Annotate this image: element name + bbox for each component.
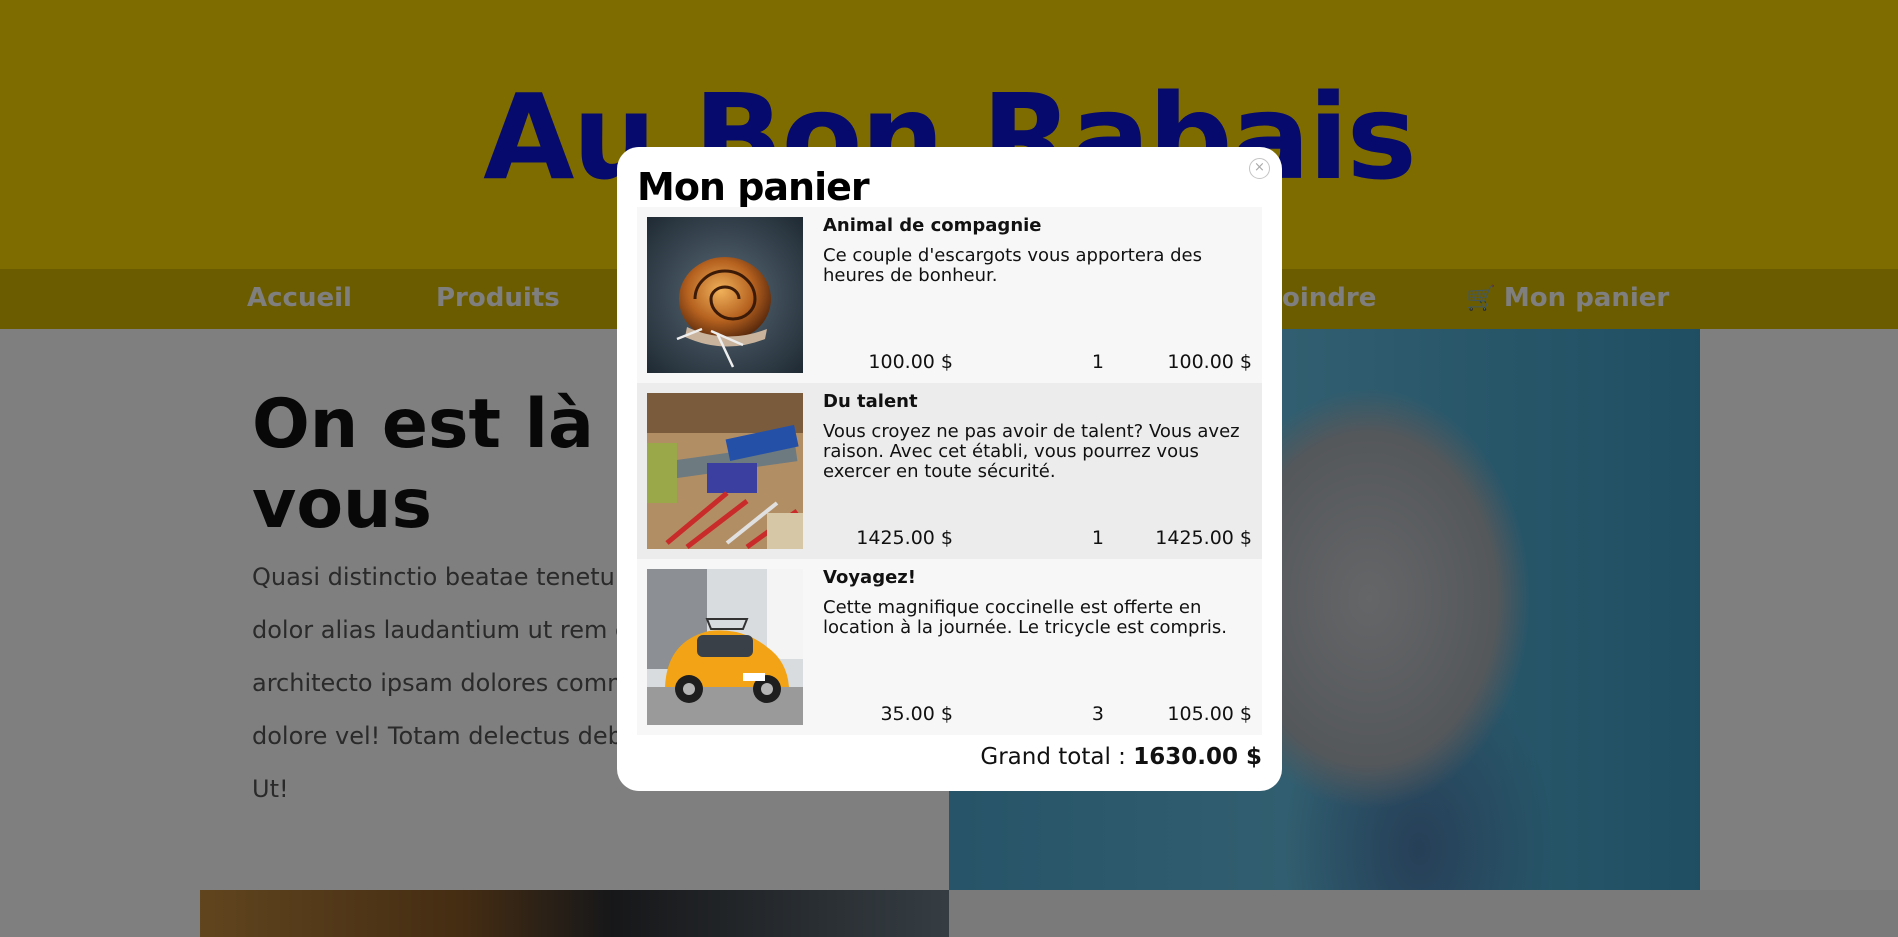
item-quantity: 3 bbox=[1091, 703, 1104, 725]
yellow-beetle-photo bbox=[647, 569, 803, 725]
grand-total: Grand total : 1630.00 $ bbox=[980, 744, 1262, 770]
item-description: Ce couple d'escargots vous apportera des… bbox=[823, 245, 1202, 286]
item-total: 100.00 $ bbox=[1167, 351, 1252, 373]
item-total: 1425.00 $ bbox=[1155, 527, 1252, 549]
item-price: 1425.00 $ bbox=[856, 527, 953, 549]
item-quantity: 1 bbox=[1091, 527, 1104, 549]
tools-photo bbox=[647, 393, 803, 549]
cart-item: Animal de compagnie Ce couple d'escargot… bbox=[637, 207, 1262, 383]
item-description: Cette magnifique coccinelle est offerte … bbox=[823, 597, 1227, 638]
cart-item: Voyagez! Cette magnifique coccinelle est… bbox=[637, 559, 1262, 735]
cart-items: Animal de compagnie Ce couple d'escargot… bbox=[637, 207, 1262, 735]
item-name: Du talent bbox=[823, 391, 918, 412]
item-total: 105.00 $ bbox=[1167, 703, 1252, 725]
cart-title: Mon panier bbox=[637, 165, 870, 209]
grand-total-label: Grand total : bbox=[980, 744, 1134, 770]
grand-total-value: 1630.00 $ bbox=[1133, 744, 1262, 770]
snail-photo bbox=[647, 217, 803, 373]
cart-item: Du talent Vous croyez ne pas avoir de ta… bbox=[637, 383, 1262, 559]
item-name: Animal de compagnie bbox=[823, 215, 1042, 236]
item-price: 100.00 $ bbox=[868, 351, 953, 373]
item-quantity: 1 bbox=[1091, 351, 1104, 373]
item-description: Vous croyez ne pas avoir de talent? Vous… bbox=[823, 421, 1240, 482]
item-price: 35.00 $ bbox=[880, 703, 953, 725]
item-name: Voyagez! bbox=[823, 567, 916, 588]
close-icon[interactable]: × bbox=[1249, 158, 1270, 179]
cart-modal: Mon panier × Animal de compagnie Ce coup… bbox=[617, 147, 1282, 791]
